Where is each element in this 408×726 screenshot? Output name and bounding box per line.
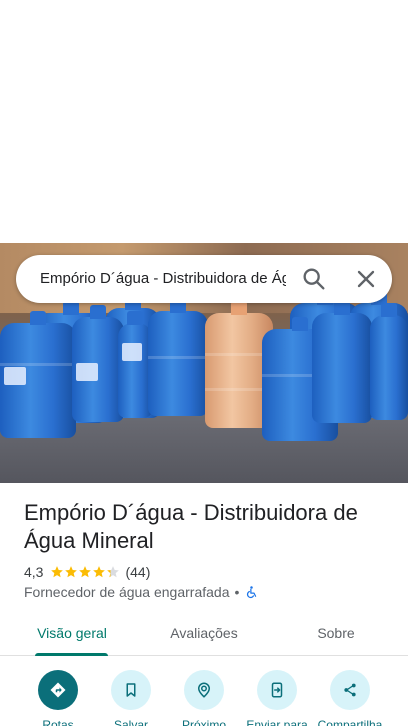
review-count[interactable]: (44) bbox=[125, 564, 150, 580]
category-row: Fornecedor de água engarrafada • bbox=[24, 583, 259, 601]
star-icon bbox=[79, 566, 92, 578]
rating-row[interactable]: 4,3 (44) bbox=[24, 563, 150, 581]
save-button[interactable]: Salvar bbox=[91, 670, 171, 726]
wheelchair-icon bbox=[247, 585, 257, 598]
category-label: Fornecedor de água engarrafada bbox=[24, 584, 230, 600]
search-bar[interactable]: Empório D´água - Distribuidora de Água M… bbox=[16, 255, 392, 303]
tab-bar: Visão geral Avaliações Sobre bbox=[0, 610, 408, 656]
action-label: Compartilha bbox=[317, 718, 383, 726]
share-button[interactable]: Compartilha bbox=[310, 670, 390, 726]
tab-about[interactable]: Sobre bbox=[288, 610, 384, 656]
place-title: Empório D´água - Distribuidora de Água M… bbox=[24, 500, 358, 553]
action-label: Salvar bbox=[113, 718, 148, 726]
map-area[interactable] bbox=[0, 0, 408, 243]
action-bar: Rotas Salvar Próximo Enviar para Compart… bbox=[0, 670, 408, 726]
tab-reviews[interactable]: Avaliações bbox=[156, 610, 252, 656]
active-tab-indicator bbox=[35, 653, 108, 656]
directions-icon bbox=[50, 682, 66, 698]
star-icon bbox=[107, 566, 120, 578]
star-rating bbox=[50, 565, 120, 579]
share-icon bbox=[344, 683, 356, 697]
nearby-icon bbox=[197, 682, 211, 698]
action-label: Rotas bbox=[42, 718, 74, 726]
tab-overview[interactable]: Visão geral bbox=[24, 610, 120, 656]
star-icon bbox=[51, 566, 64, 578]
search-icon bbox=[303, 268, 325, 290]
action-label: Próximo bbox=[181, 718, 226, 726]
bookmark-icon bbox=[126, 683, 136, 697]
close-button[interactable] bbox=[352, 265, 380, 293]
send-to-phone-button[interactable]: Enviar para bbox=[237, 670, 317, 726]
separator: • bbox=[234, 584, 240, 600]
send-to-phone-icon bbox=[271, 682, 283, 698]
directions-button[interactable]: Rotas bbox=[18, 670, 98, 726]
star-icon bbox=[93, 566, 106, 578]
star-icon bbox=[65, 566, 78, 578]
close-icon bbox=[357, 270, 375, 288]
search-input[interactable]: Empório D´água - Distribuidora de Água M… bbox=[40, 270, 286, 290]
nearby-button[interactable]: Próximo bbox=[164, 670, 244, 726]
rating-value: 4,3 bbox=[24, 564, 44, 580]
action-label: Enviar para bbox=[246, 718, 308, 726]
search-button[interactable] bbox=[300, 265, 328, 293]
